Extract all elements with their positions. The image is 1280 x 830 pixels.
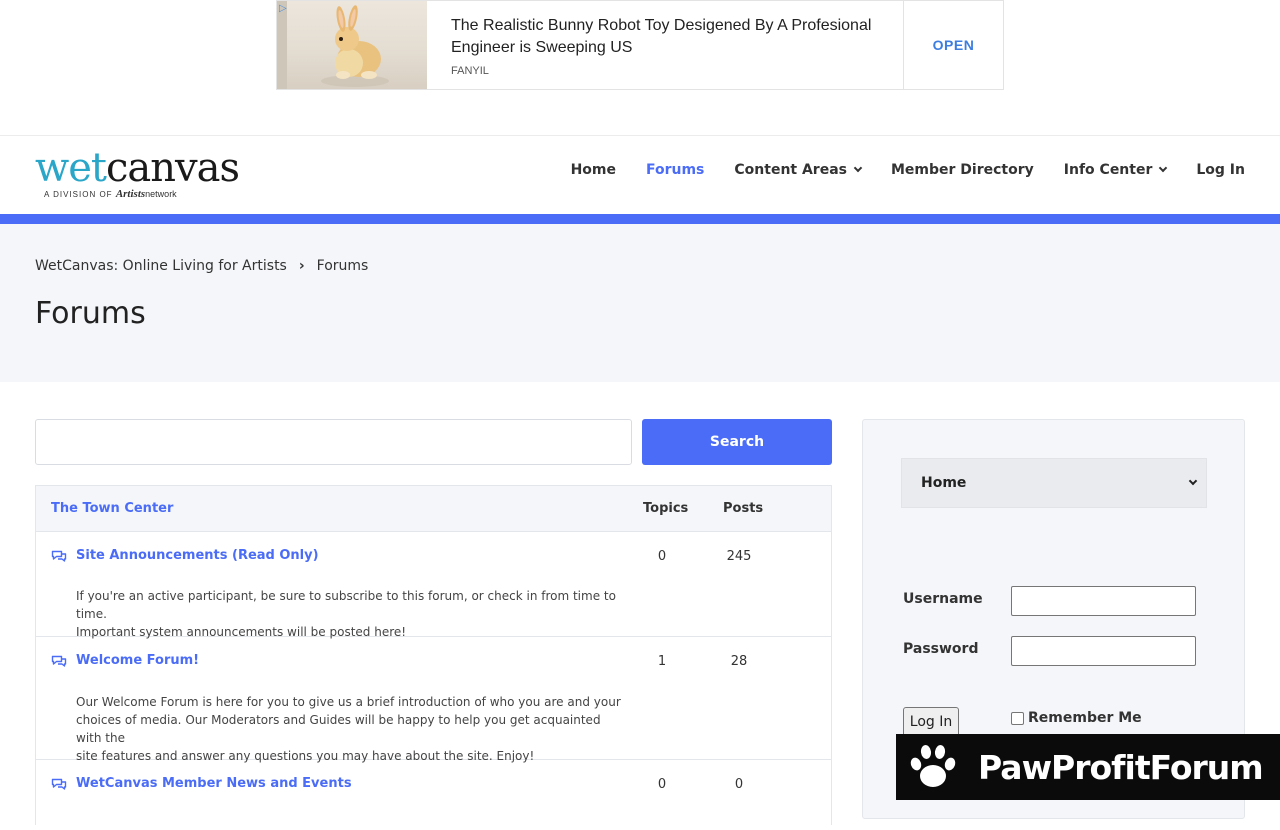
- remember-me-checkbox[interactable]: [1011, 711, 1024, 725]
- log-in-button[interactable]: Log In: [903, 707, 959, 737]
- watermark-text: PawProfitForum: [978, 747, 1264, 787]
- forum-title-link[interactable]: Site Announcements (Read Only): [76, 548, 319, 563]
- search-button[interactable]: Search: [642, 419, 832, 465]
- topics-count: 0: [657, 549, 667, 564]
- ad-banner[interactable]: ▷ The Realistic Bunny Robot Toy Desigene…: [276, 0, 1004, 90]
- forum-description: If you're an active participant, be sure…: [76, 589, 616, 639]
- table-row: Welcome Forum! 1 28 Our Welcome Forum is…: [36, 637, 831, 763]
- main-nav: Home Forums Content Areas Member Directo…: [571, 162, 1245, 178]
- accent-bar: [0, 214, 1280, 224]
- forum-chat-icon: [51, 778, 67, 790]
- nav-info-center[interactable]: Info Center: [1064, 162, 1168, 178]
- posts-count: 245: [726, 549, 752, 564]
- password-field[interactable]: [1011, 636, 1196, 666]
- forum-title-link[interactable]: Welcome Forum!: [76, 653, 199, 668]
- chevron-down-icon: [1188, 476, 1198, 486]
- bunny-toy-image[interactable]: ▷: [277, 1, 427, 89]
- logo-wet-text: wet: [35, 145, 107, 191]
- site-header: wetcanvas A DIVISION OF Artistsnetwork H…: [0, 135, 1280, 215]
- ad-open-button[interactable]: OPEN: [903, 1, 1003, 89]
- breadcrumb-separator: ›: [298, 258, 305, 274]
- username-field[interactable]: [1011, 586, 1196, 616]
- forum-chat-icon: [51, 550, 67, 562]
- username-label: Username: [903, 591, 983, 607]
- page-title: Forums: [35, 296, 146, 331]
- forum-table: The Town Center Topics Posts Site Announ…: [35, 485, 832, 825]
- forum-chat-icon: [51, 655, 67, 667]
- wetcanvas-logo[interactable]: wetcanvas A DIVISION OF Artistsnetwork: [35, 145, 240, 200]
- nav-forums[interactable]: Forums: [646, 162, 704, 178]
- password-label: Password: [903, 641, 979, 657]
- ad-headline[interactable]: The Realistic Bunny Robot Toy Desigened …: [451, 15, 879, 59]
- table-row: Site Announcements (Read Only) 0 245 If …: [36, 532, 831, 639]
- table-header: The Town Center Topics Posts: [36, 486, 831, 532]
- posts-count: 28: [730, 654, 748, 669]
- search-input[interactable]: [35, 419, 632, 465]
- paw-icon: [910, 745, 956, 787]
- breadcrumb: WetCanvas: Online Living for Artists › F…: [35, 258, 368, 274]
- nav-home[interactable]: Home: [571, 162, 616, 178]
- nav-log-in[interactable]: Log In: [1196, 162, 1245, 178]
- watermark: PawProfitForum: [896, 734, 1280, 800]
- category-link[interactable]: The Town Center: [51, 501, 173, 516]
- remember-me[interactable]: Remember Me: [1011, 710, 1142, 726]
- forum-jump-select[interactable]: Home: [901, 458, 1207, 508]
- posts-count: 0: [734, 777, 744, 792]
- nav-content-areas[interactable]: Content Areas: [734, 162, 863, 178]
- table-row: WetCanvas Member News and Events 0 0: [36, 760, 831, 830]
- chevron-down-icon: [1159, 163, 1168, 173]
- topics-count: 0: [657, 777, 667, 792]
- remember-me-label: Remember Me: [1028, 710, 1142, 726]
- title-band: WetCanvas: Online Living for Artists › F…: [0, 224, 1280, 382]
- column-posts: Posts: [723, 501, 764, 516]
- forum-title-link[interactable]: WetCanvas Member News and Events: [76, 776, 352, 791]
- breadcrumb-current: Forums: [316, 258, 369, 274]
- logo-canvas-text: canvas: [105, 145, 240, 191]
- chevron-down-icon: [853, 163, 863, 173]
- forum-description: Our Welcome Forum is here for you to giv…: [76, 695, 621, 763]
- nav-member-directory[interactable]: Member Directory: [891, 162, 1034, 178]
- ad-brand: FANYIL: [451, 65, 489, 77]
- column-topics: Topics: [643, 501, 689, 516]
- breadcrumb-root[interactable]: WetCanvas: Online Living for Artists: [35, 258, 287, 274]
- topics-count: 1: [657, 654, 667, 669]
